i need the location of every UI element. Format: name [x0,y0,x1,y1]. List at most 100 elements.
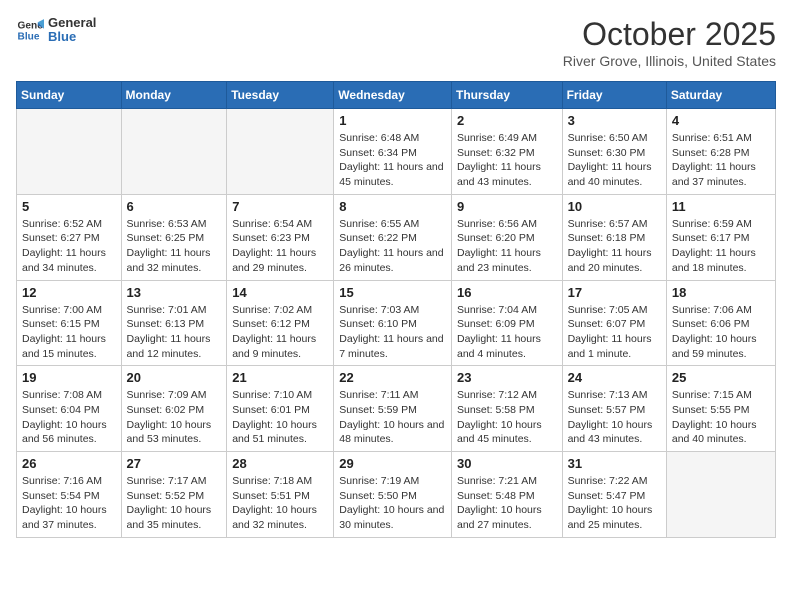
day-info: Sunrise: 7:12 AM Sunset: 5:58 PM Dayligh… [457,388,557,447]
day-number: 23 [457,370,557,385]
location-subtitle: River Grove, Illinois, United States [563,53,776,69]
calendar-cell: 1 Sunrise: 6:48 AM Sunset: 6:34 PM Dayli… [334,109,452,195]
day-info: Sunrise: 7:17 AM Sunset: 5:52 PM Dayligh… [127,474,222,533]
day-number: 4 [672,113,770,128]
sunrise-label: Sunrise: 7:12 AM [457,389,537,401]
sunrise-label: Sunrise: 6:59 AM [672,218,752,230]
day-info: Sunrise: 6:53 AM Sunset: 6:25 PM Dayligh… [127,217,222,276]
sunset-label: Sunset: 5:50 PM [339,490,417,502]
sunset-label: Sunset: 5:58 PM [457,404,535,416]
calendar-cell: 25 Sunrise: 7:15 AM Sunset: 5:55 PM Dayl… [666,366,775,452]
daylight-label: Daylight: 10 hours and 35 minutes. [127,504,212,531]
day-number: 24 [568,370,661,385]
sunrise-label: Sunrise: 6:53 AM [127,218,207,230]
sunset-label: Sunset: 6:32 PM [457,147,535,159]
logo-icon: General Blue [16,16,44,44]
daylight-label: Daylight: 11 hours and 18 minutes. [672,247,756,274]
sunrise-label: Sunrise: 6:55 AM [339,218,419,230]
calendar-cell: 10 Sunrise: 6:57 AM Sunset: 6:18 PM Dayl… [562,194,666,280]
sunrise-label: Sunrise: 6:50 AM [568,132,648,144]
day-number: 22 [339,370,446,385]
sunset-label: Sunset: 5:54 PM [22,490,100,502]
calendar-cell [666,452,775,538]
sunrise-label: Sunrise: 7:05 AM [568,304,648,316]
logo: General Blue General Blue [16,16,96,45]
calendar-cell: 18 Sunrise: 7:06 AM Sunset: 6:06 PM Dayl… [666,280,775,366]
daylight-label: Daylight: 11 hours and 4 minutes. [457,333,541,360]
header-thursday: Thursday [451,82,562,109]
calendar-cell [17,109,122,195]
header-friday: Friday [562,82,666,109]
day-number: 20 [127,370,222,385]
sunrise-label: Sunrise: 6:49 AM [457,132,537,144]
sunset-label: Sunset: 6:23 PM [232,232,310,244]
day-number: 16 [457,285,557,300]
calendar-week-3: 12 Sunrise: 7:00 AM Sunset: 6:15 PM Dayl… [17,280,776,366]
sunrise-label: Sunrise: 7:18 AM [232,475,312,487]
daylight-label: Daylight: 11 hours and 34 minutes. [22,247,106,274]
day-info: Sunrise: 6:59 AM Sunset: 6:17 PM Dayligh… [672,217,770,276]
calendar-table: SundayMondayTuesdayWednesdayThursdayFrid… [16,81,776,538]
day-info: Sunrise: 6:48 AM Sunset: 6:34 PM Dayligh… [339,131,446,190]
day-info: Sunrise: 7:03 AM Sunset: 6:10 PM Dayligh… [339,303,446,362]
day-number: 21 [232,370,328,385]
logo-line1: General [48,16,96,30]
day-number: 28 [232,456,328,471]
calendar-week-5: 26 Sunrise: 7:16 AM Sunset: 5:54 PM Dayl… [17,452,776,538]
title-area: October 2025 River Grove, Illinois, Unit… [563,16,776,69]
day-number: 6 [127,199,222,214]
month-title: October 2025 [563,16,776,53]
day-info: Sunrise: 7:18 AM Sunset: 5:51 PM Dayligh… [232,474,328,533]
day-info: Sunrise: 7:04 AM Sunset: 6:09 PM Dayligh… [457,303,557,362]
daylight-label: Daylight: 10 hours and 59 minutes. [672,333,757,360]
day-number: 18 [672,285,770,300]
day-info: Sunrise: 7:09 AM Sunset: 6:02 PM Dayligh… [127,388,222,447]
calendar-cell: 30 Sunrise: 7:21 AM Sunset: 5:48 PM Dayl… [451,452,562,538]
day-number: 2 [457,113,557,128]
day-info: Sunrise: 7:05 AM Sunset: 6:07 PM Dayligh… [568,303,661,362]
sunrise-label: Sunrise: 6:54 AM [232,218,312,230]
sunset-label: Sunset: 6:09 PM [457,318,535,330]
sunset-label: Sunset: 5:57 PM [568,404,646,416]
day-number: 17 [568,285,661,300]
day-info: Sunrise: 7:01 AM Sunset: 6:13 PM Dayligh… [127,303,222,362]
daylight-label: Daylight: 10 hours and 43 minutes. [568,419,653,446]
calendar-cell: 3 Sunrise: 6:50 AM Sunset: 6:30 PM Dayli… [562,109,666,195]
calendar-cell: 28 Sunrise: 7:18 AM Sunset: 5:51 PM Dayl… [227,452,334,538]
sunrise-label: Sunrise: 7:17 AM [127,475,207,487]
sunset-label: Sunset: 5:52 PM [127,490,205,502]
calendar-cell: 26 Sunrise: 7:16 AM Sunset: 5:54 PM Dayl… [17,452,122,538]
day-number: 27 [127,456,222,471]
sunset-label: Sunset: 6:27 PM [22,232,100,244]
day-info: Sunrise: 7:16 AM Sunset: 5:54 PM Dayligh… [22,474,116,533]
sunrise-label: Sunrise: 7:19 AM [339,475,419,487]
sunrise-label: Sunrise: 6:48 AM [339,132,419,144]
sunset-label: Sunset: 6:10 PM [339,318,417,330]
day-info: Sunrise: 7:22 AM Sunset: 5:47 PM Dayligh… [568,474,661,533]
header-saturday: Saturday [666,82,775,109]
day-number: 29 [339,456,446,471]
daylight-label: Daylight: 11 hours and 1 minute. [568,333,652,360]
sunrise-label: Sunrise: 6:52 AM [22,218,102,230]
daylight-label: Daylight: 11 hours and 40 minutes. [568,161,652,188]
daylight-label: Daylight: 10 hours and 27 minutes. [457,504,542,531]
logo-text: General Blue [48,16,96,45]
calendar-cell [227,109,334,195]
sunset-label: Sunset: 6:30 PM [568,147,646,159]
header-monday: Monday [121,82,227,109]
day-info: Sunrise: 7:10 AM Sunset: 6:01 PM Dayligh… [232,388,328,447]
calendar-cell: 16 Sunrise: 7:04 AM Sunset: 6:09 PM Dayl… [451,280,562,366]
daylight-label: Daylight: 10 hours and 37 minutes. [22,504,107,531]
daylight-label: Daylight: 10 hours and 51 minutes. [232,419,317,446]
day-number: 12 [22,285,116,300]
daylight-label: Daylight: 11 hours and 45 minutes. [339,161,443,188]
day-number: 5 [22,199,116,214]
daylight-label: Daylight: 10 hours and 48 minutes. [339,419,444,446]
day-number: 14 [232,285,328,300]
day-number: 1 [339,113,446,128]
sunset-label: Sunset: 5:55 PM [672,404,750,416]
day-info: Sunrise: 7:19 AM Sunset: 5:50 PM Dayligh… [339,474,446,533]
calendar-cell: 17 Sunrise: 7:05 AM Sunset: 6:07 PM Dayl… [562,280,666,366]
header-sunday: Sunday [17,82,122,109]
day-info: Sunrise: 7:06 AM Sunset: 6:06 PM Dayligh… [672,303,770,362]
